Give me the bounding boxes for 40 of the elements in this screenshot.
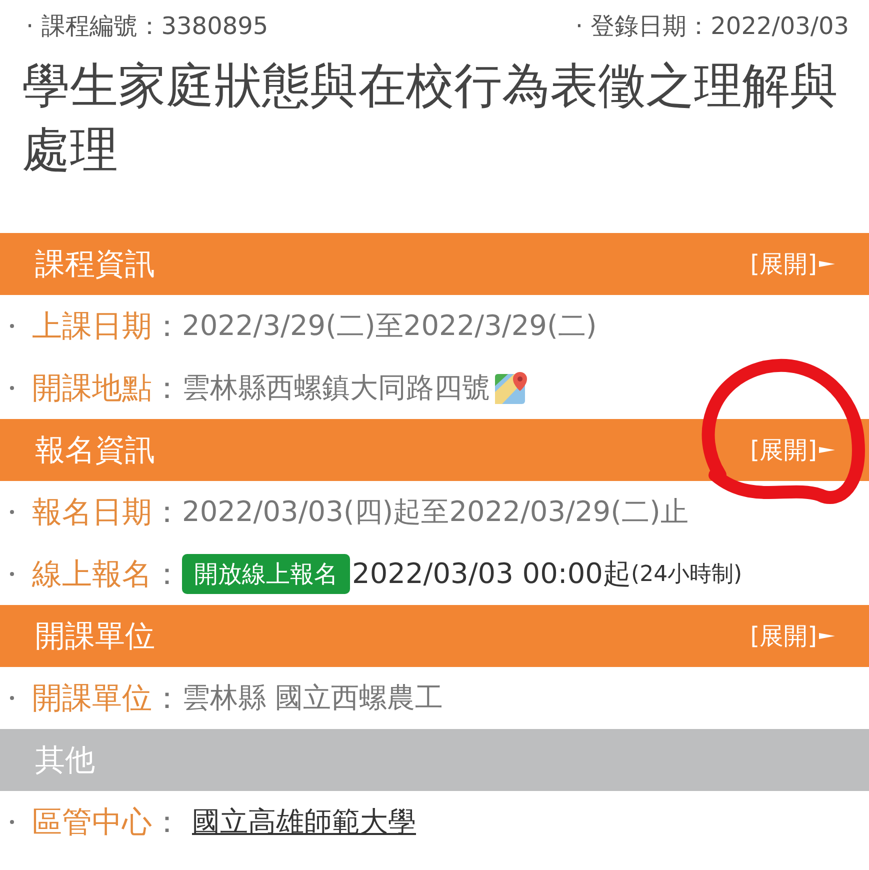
field-value: 2022/3/29(二)至2022/3/29(二) — [182, 308, 597, 344]
field-label: 報名日期 — [32, 494, 152, 532]
field-value: 雲林縣西螺鎮大同路四號 — [182, 370, 490, 406]
triangle-icon — [819, 445, 835, 455]
section-title: 報名資訊 — [35, 432, 155, 470]
field-value: 2022/03/03 00:00起 — [352, 556, 631, 592]
bullet-dot — [10, 572, 14, 576]
section-title: 開課單位 — [35, 618, 155, 656]
colon-separator: ： — [152, 494, 182, 532]
meta-text: · 課程編號：3380895 — [26, 11, 268, 40]
bullet-dot — [10, 696, 14, 700]
field-label: 區管中心 — [32, 804, 152, 842]
course-title: 學生家庭狀態與在校行為表徵之理解與處理 — [21, 57, 839, 180]
section-title: 課程資訊 — [35, 246, 155, 284]
bullet-dot — [10, 386, 14, 390]
triangle-icon — [819, 631, 835, 641]
section-title: 其他 — [35, 742, 95, 780]
bullet-dot — [10, 510, 14, 514]
field-label: 上課日期 — [32, 308, 152, 346]
expand-link[interactable]: [展開] — [750, 434, 835, 466]
time-note: (24小時制) — [630, 561, 742, 589]
field-value: 2022/03/03(四)起至2022/03/29(二)止 — [182, 494, 688, 530]
colon-separator: ： — [152, 308, 182, 346]
field-value: 雲林縣 國立西螺農工 — [182, 680, 443, 716]
field-label: 開課單位 — [32, 680, 152, 718]
colon-separator: ： — [152, 804, 182, 842]
colon-separator: ： — [152, 370, 182, 408]
colon-separator: ： — [152, 680, 182, 718]
status-badge: 開放線上報名 — [182, 554, 350, 594]
bullet-dot — [10, 324, 14, 328]
field-label: 線上報名 — [32, 556, 152, 594]
triangle-icon — [819, 259, 835, 269]
field-label: 開課地點 — [32, 370, 152, 408]
expand-link[interactable]: [展開] — [750, 620, 835, 652]
meta-text: · 登錄日期：2022/03/03 — [575, 11, 849, 40]
map-icon[interactable] — [494, 370, 530, 406]
colon-separator: ： — [152, 556, 182, 594]
bullet-dot — [10, 820, 14, 824]
center-link[interactable]: 國立高雄師範大學 — [192, 803, 416, 841]
expand-link[interactable]: [展開] — [750, 248, 835, 280]
